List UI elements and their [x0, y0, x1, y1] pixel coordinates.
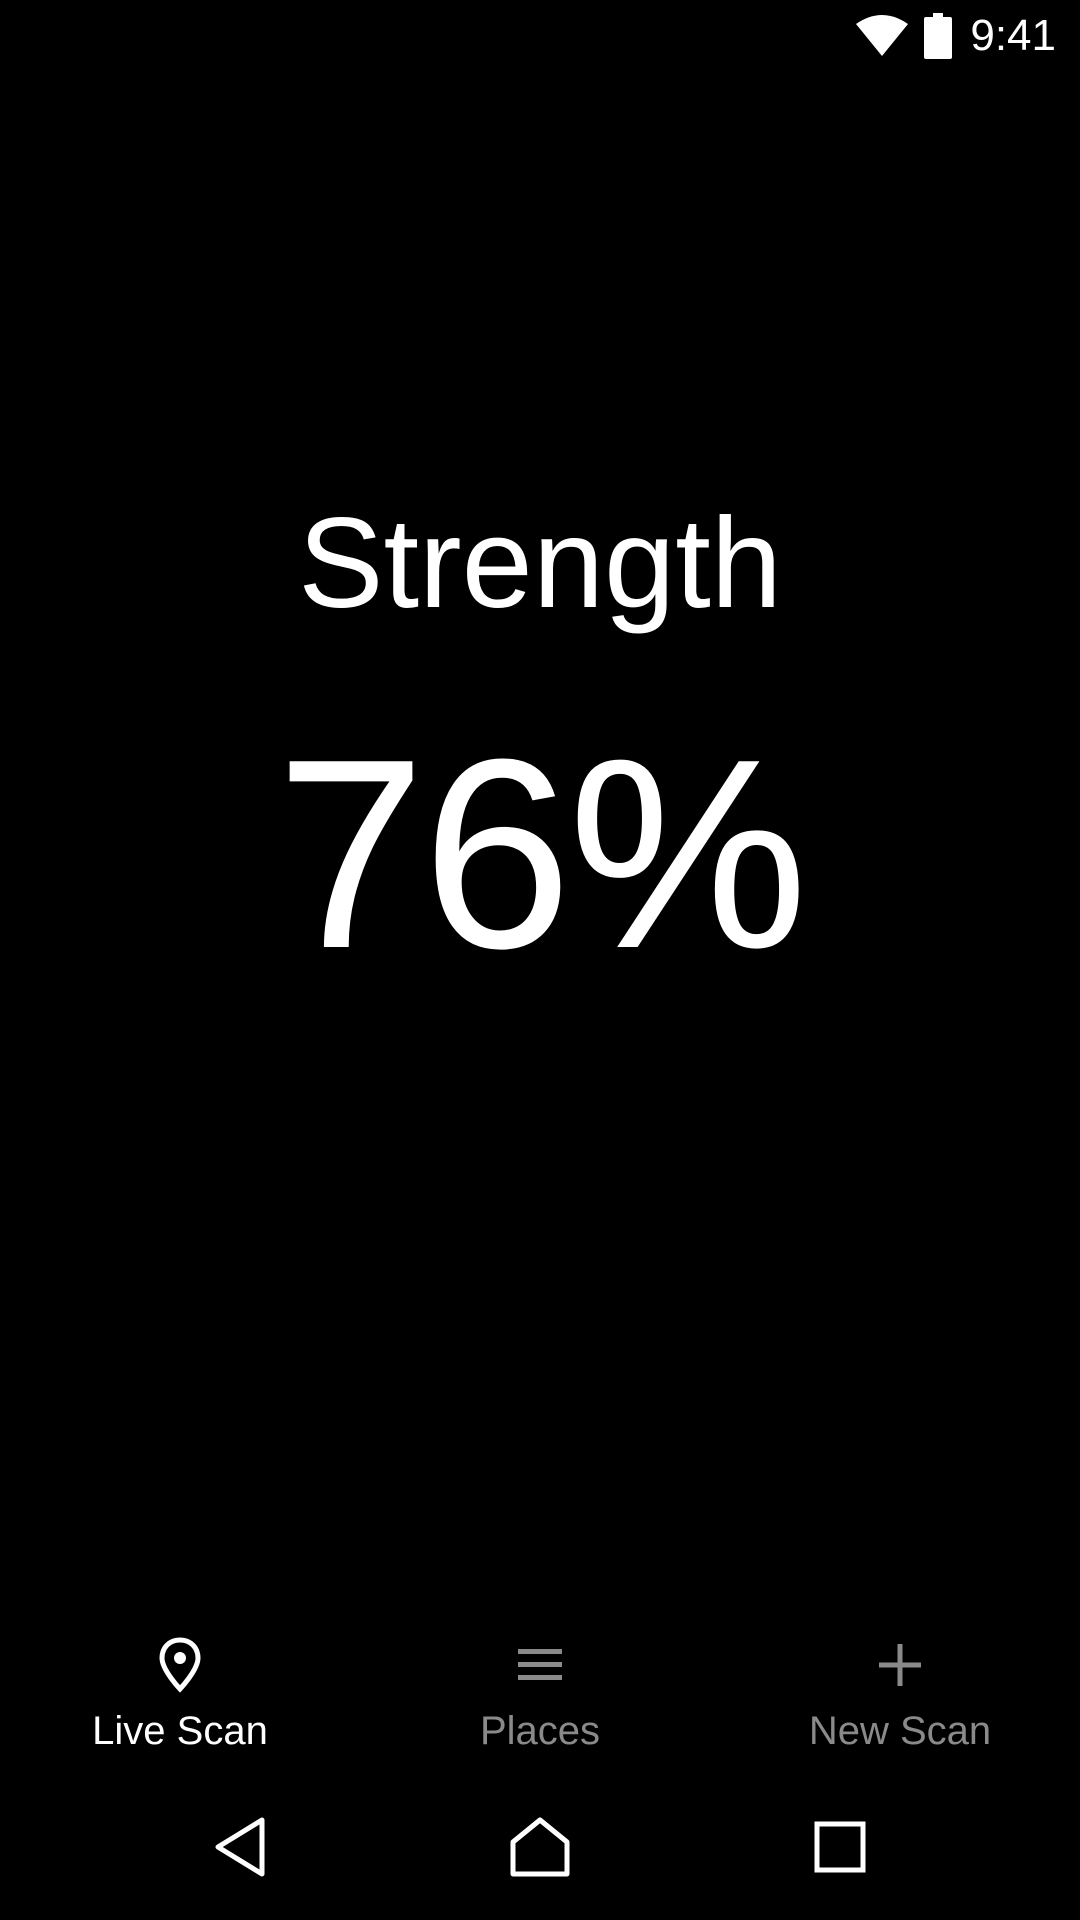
strength-value: 76% — [275, 704, 808, 1005]
home-icon — [509, 1816, 571, 1883]
recents-square-icon — [814, 1821, 866, 1878]
main-content: Strength 76% — [0, 0, 1080, 1620]
recents-button[interactable] — [795, 1804, 885, 1894]
app-screen: 9:41 Strength 76% Live Scan Places New S… — [0, 0, 1080, 1920]
nav-label-live-scan: Live Scan — [92, 1709, 268, 1753]
nav-label-new-scan: New Scan — [808, 1709, 992, 1753]
system-navigation-bar — [0, 1780, 1080, 1920]
strength-label: Strength — [298, 492, 782, 635]
location-pin-icon — [148, 1633, 212, 1697]
nav-item-places[interactable]: Places — [360, 1620, 720, 1780]
nav-item-new-scan[interactable]: New Scan — [720, 1620, 1080, 1780]
menu-list-icon — [508, 1633, 572, 1697]
nav-item-live-scan[interactable]: Live Scan — [0, 1620, 360, 1780]
back-triangle-icon — [212, 1816, 268, 1883]
home-button[interactable] — [495, 1804, 585, 1894]
nav-label-places: Places — [479, 1709, 601, 1753]
bottom-navigation: Live Scan Places New Scan — [0, 1620, 1080, 1780]
plus-icon — [868, 1633, 932, 1697]
back-button[interactable] — [195, 1804, 285, 1894]
